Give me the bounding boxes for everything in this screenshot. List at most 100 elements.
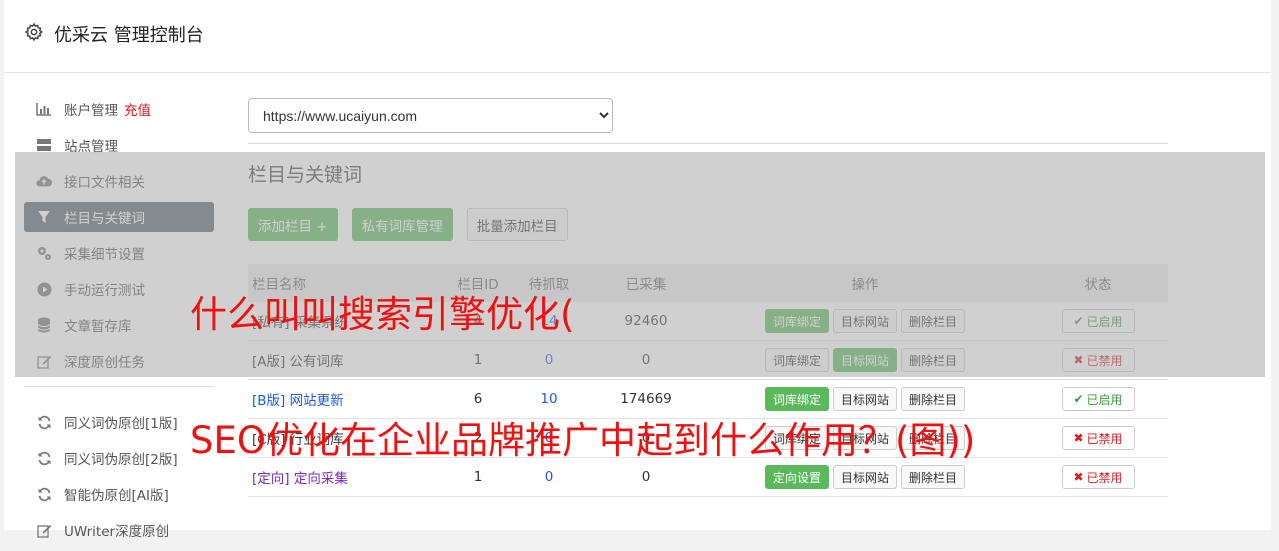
column-done: 174669 xyxy=(620,391,672,407)
column-done: 0 xyxy=(641,430,651,446)
target-site-button[interactable]: 目标网站 xyxy=(832,309,897,333)
delete-column-button[interactable]: 删除栏目 xyxy=(901,309,966,333)
sidebar-item-label: 智能伪原创[AI版] xyxy=(64,488,169,504)
add-column-button[interactable]: 添加栏目 + xyxy=(248,208,338,241)
bind-library-button[interactable]: 词库绑定 xyxy=(764,309,829,333)
bar-chart-icon xyxy=(36,101,52,117)
column-name[interactable]: [B版] 网站更新 xyxy=(248,389,448,409)
sidebar-tool-ai[interactable]: 智能伪原创[AI版] xyxy=(24,479,214,509)
status-label: 已启用 xyxy=(1086,314,1123,329)
sidebar-item-label: UWriter深度原创 xyxy=(64,524,170,540)
target-site-button[interactable]: 目标网站 xyxy=(832,426,897,450)
row-operations: 词库绑定 目标网站 删除栏目 xyxy=(702,387,1028,411)
sidebar-tool-synonym-v2[interactable]: 同义词伪原创[2版] xyxy=(24,443,214,473)
sidebar-item-label: 同义词伪原创[2版] xyxy=(64,452,178,468)
row-status: ✖ 已禁用 xyxy=(1028,426,1168,450)
bind-library-button[interactable]: 词库绑定 xyxy=(764,426,829,450)
gear-icon xyxy=(24,22,44,42)
batch-add-button[interactable]: 批量添加栏目 xyxy=(466,208,568,241)
status-enabled-button[interactable]: ✔ 已启用 xyxy=(1061,309,1135,333)
delete-column-button[interactable]: 删除栏目 xyxy=(901,426,966,450)
sidebar-item-label: 接口文件相关 xyxy=(64,175,145,191)
sidebar-tool-uwriter[interactable]: UWriter深度原创 xyxy=(24,515,214,545)
status-disabled-button[interactable]: ✖ 已禁用 xyxy=(1061,348,1135,372)
sidebar-item-label: 深度原创任务 xyxy=(64,355,145,371)
recharge-link[interactable]: 充值 xyxy=(124,99,151,119)
sidebar-item-label: 账户管理 xyxy=(64,103,118,119)
top-bar: 优采云 管理控制台 xyxy=(4,0,1271,73)
console-window: 优采云 管理控制台 账户管理 充值 站点管理 接口文件相关 栏目与关键词 采集细… xyxy=(4,0,1271,540)
close-icon: ✖ xyxy=(1073,353,1084,367)
status-enabled-button[interactable]: ✔ 已启用 xyxy=(1061,387,1135,411)
column-wait[interactable]: 0 xyxy=(508,352,590,368)
column-wait[interactable]: 0 xyxy=(508,430,590,446)
column-name[interactable]: [定向] 定向采集 xyxy=(248,467,448,487)
sidebar-item-deep-original[interactable]: 深度原创任务 xyxy=(24,346,214,376)
row-status: ✔ 已启用 xyxy=(1028,309,1168,333)
target-site-button[interactable]: 目标网站 xyxy=(832,465,897,489)
sidebar-item-collect-settings[interactable]: 采集细节设置 xyxy=(24,238,214,268)
sidebar-item-label: 站点管理 xyxy=(64,139,118,155)
sidebar-item-article-store[interactable]: 文章暂存库 xyxy=(24,310,214,340)
bind-library-button[interactable]: 词库绑定 xyxy=(764,387,829,411)
sidebar-item-interface[interactable]: 接口文件相关 xyxy=(24,166,214,196)
status-label: 已禁用 xyxy=(1086,353,1123,368)
delete-column-button[interactable]: 删除栏目 xyxy=(901,387,966,411)
direct-settings-button[interactable]: 定向设置 xyxy=(764,465,829,489)
columns-table: 栏目名称 栏目ID 待抓取 已采集 操作 状态 [私有] 采集系统 4 14 9… xyxy=(248,264,1168,497)
sidebar-item-label: 栏目与关键词 xyxy=(64,211,145,227)
row-operations: 词库绑定 目标网站 删除栏目 xyxy=(702,426,1028,450)
status-label: 已禁用 xyxy=(1086,470,1123,485)
status-label: 已启用 xyxy=(1086,392,1123,407)
column-done: 92460 xyxy=(624,313,668,329)
column-id: 6 xyxy=(473,391,483,407)
row-status: ✖ 已禁用 xyxy=(1028,348,1168,372)
sidebar-item-label: 同义词伪原创[1版] xyxy=(64,416,178,432)
sidebar-item-columns[interactable]: 栏目与关键词 xyxy=(24,202,214,232)
row-operations: 词库绑定 目标网站 删除栏目 xyxy=(702,309,1028,333)
column-id: 1 xyxy=(473,352,483,368)
action-buttons: 添加栏目 + 私有词库管理 批量添加栏目 xyxy=(248,208,568,241)
private-library-button[interactable]: 私有词库管理 xyxy=(351,208,453,241)
table-row: [私有] 采集系统 4 14 92460 词库绑定 目标网站 删除栏目 ✔ 已启用 xyxy=(248,302,1168,341)
delete-column-button[interactable]: 删除栏目 xyxy=(901,465,966,489)
sidebar-item-account[interactable]: 账户管理 充值 xyxy=(24,94,214,124)
check-icon: ✔ xyxy=(1073,314,1084,328)
sidebar-item-label: 手动运行测试 xyxy=(64,283,145,299)
sidebar-item-label: 采集细节设置 xyxy=(64,247,145,263)
status-disabled-button[interactable]: ✖ 已禁用 xyxy=(1061,465,1135,489)
header-done: 已采集 xyxy=(625,277,667,293)
column-id: 1 xyxy=(473,469,483,485)
column-wait[interactable]: 10 xyxy=(508,391,590,407)
row-operations: 词库绑定 目标网站 删除栏目 xyxy=(702,348,1028,372)
column-name[interactable]: [A版] 公有词库 xyxy=(248,350,448,370)
column-wait[interactable]: 14 xyxy=(508,313,590,329)
page-title: 优采云 管理控制台 xyxy=(54,25,204,46)
column-name[interactable]: [私有] 采集系统 xyxy=(248,311,448,331)
close-icon: ✖ xyxy=(1073,431,1084,445)
play-circle-icon xyxy=(36,281,52,297)
refresh-icon xyxy=(36,486,52,502)
column-wait[interactable]: 0 xyxy=(508,469,590,485)
column-name[interactable]: [C版] 行业词库 xyxy=(248,428,448,448)
sidebar-tool-synonym-v1[interactable]: 同义词伪原创[1版] xyxy=(24,407,214,437)
status-label: 已禁用 xyxy=(1086,431,1123,446)
row-status: ✖ 已禁用 xyxy=(1028,465,1168,489)
header-id: 栏目ID xyxy=(457,277,499,293)
site-select[interactable]: https://www.ucaiyun.com xyxy=(248,98,613,133)
header-name: 栏目名称 xyxy=(252,277,306,293)
sidebar-item-manual-run[interactable]: 手动运行测试 xyxy=(24,274,214,304)
row-status: ✔ 已启用 xyxy=(1028,387,1168,411)
bind-library-button[interactable]: 词库绑定 xyxy=(764,348,829,372)
target-site-button[interactable]: 目标网站 xyxy=(832,348,897,372)
delete-column-button[interactable]: 删除栏目 xyxy=(901,348,966,372)
section-title: 栏目与关键词 xyxy=(248,164,363,186)
sidebar: 账户管理 充值 站点管理 接口文件相关 栏目与关键词 采集细节设置 手动运行测试… xyxy=(24,94,214,551)
filter-icon xyxy=(36,209,52,225)
status-disabled-button[interactable]: ✖ 已禁用 xyxy=(1061,426,1135,450)
target-site-button[interactable]: 目标网站 xyxy=(832,387,897,411)
check-icon: ✔ xyxy=(1073,392,1084,406)
close-icon: ✖ xyxy=(1073,470,1084,484)
refresh-icon xyxy=(36,414,52,430)
sidebar-item-sites[interactable]: 站点管理 xyxy=(24,130,214,160)
